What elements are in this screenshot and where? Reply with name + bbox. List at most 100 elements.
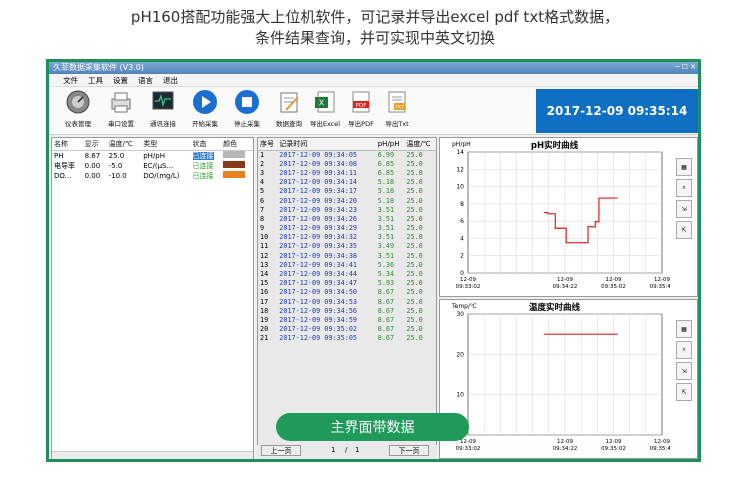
- y-tick-label: 30: [456, 311, 464, 318]
- device-row[interactable]: PH 8.67 25.0 pH/pH 已连接: [52, 150, 253, 161]
- data-point: [598, 197, 600, 199]
- table-cell: 25.0: [406, 242, 423, 251]
- table-row[interactable]: 3 2017-12-09 09:34:11 6.85 25.0: [258, 168, 436, 177]
- data-point: [583, 242, 585, 244]
- table-row[interactable]: 2 2017-12-09 09:34:08 6.85 25.0: [258, 159, 436, 168]
- table-row[interactable]: 14 2017-12-09 09:34:44 5.34 25.0: [258, 269, 436, 278]
- x-tick-label: 12-09: [557, 277, 573, 283]
- export-txt-button[interactable]: TXT 导出Txt: [377, 89, 417, 128]
- table-row[interactable]: 4 2017-12-09 09:34:14 5.18 25.0: [258, 178, 436, 187]
- table-row[interactable]: 9 2017-12-09 09:34:29 3.51 25.0: [258, 224, 436, 233]
- table-cell: 3.51: [377, 251, 395, 260]
- menu-tools[interactable]: 工具: [88, 75, 103, 86]
- table-row[interactable]: 1 2017-12-09 09:34:05 6.99 25.0: [258, 150, 436, 159]
- table-cell: 2017-12-09 09:34:14: [279, 178, 358, 187]
- table-cell: 2017-12-09 09:34:50: [279, 288, 358, 297]
- table-cell: 25.0: [406, 251, 423, 260]
- table-cell: 2017-12-09 09:34:05: [279, 150, 358, 159]
- next-page-button[interactable]: 下一页: [389, 445, 429, 456]
- overlay-caption-label: 主界面带数据: [276, 413, 469, 441]
- y-tick-label: 0: [460, 270, 464, 277]
- table-cell: 25.0: [406, 279, 423, 288]
- serial-settings-button[interactable]: 串口设置: [101, 89, 141, 128]
- device-row[interactable]: DO... 0.00 -10.0 DO/(mg/L) 已连接: [52, 171, 253, 181]
- toolbar: 仪表管理 串口设置 通讯连接 开始采集 停止采集 数据查询 X 导出Excel …: [49, 87, 698, 135]
- grid-toggle-icon[interactable]: ▦: [676, 320, 692, 338]
- table-cell: 19: [260, 315, 269, 324]
- menu-settings[interactable]: 设置: [113, 75, 128, 86]
- zoom-icon[interactable]: ⌕: [676, 341, 692, 359]
- temperature-chart: 温度实时曲线 Temp/℃ 010203012-0909:33:0212-090…: [439, 299, 698, 459]
- color-swatch[interactable]: [223, 161, 246, 168]
- table-row[interactable]: 12 2017-12-09 09:34:38 3.51 25.0: [258, 251, 436, 260]
- horizontal-scrollbar[interactable]: [52, 451, 253, 459]
- svg-text:PDF: PDF: [356, 103, 367, 109]
- window-controls[interactable]: ─ ☐ ✕: [675, 63, 696, 71]
- page-total: 1: [355, 446, 360, 454]
- data-point: [543, 333, 545, 335]
- table-row[interactable]: 15 2017-12-09 09:34:47 5.93 25.0: [258, 279, 436, 288]
- auto-scale-icon[interactable]: ⇲: [676, 200, 692, 218]
- table-row[interactable]: 19 2017-12-09 09:34:59 8.67 25.0: [258, 315, 436, 324]
- app-window: 久菲数据采集软件 (V3.0) ─ ☐ ✕ 文件 工具 设置 语言 退出 仪表管…: [49, 62, 698, 459]
- table-cell: 25.0: [406, 334, 423, 343]
- reset-view-icon[interactable]: ⇱: [676, 221, 692, 239]
- table-cell: 2017-12-09 09:34:59: [279, 315, 358, 324]
- menu-exit[interactable]: 退出: [163, 75, 178, 86]
- x-tick-label: 09:33:02: [456, 284, 481, 290]
- pdf-icon: PDF: [348, 89, 374, 115]
- table-row[interactable]: 13 2017-12-09 09:34:41 5.36 25.0: [258, 260, 436, 269]
- col-ph: pH/pH: [375, 138, 405, 151]
- table-cell: 3.51: [377, 205, 395, 214]
- device-row[interactable]: 电导率 0.00 -5.0 EC/(μS... 已连接: [52, 161, 253, 171]
- caption-line-1: pH160搭配功能强大上位机软件，可记录并导出excel pdf txt格式数据…: [130, 8, 620, 26]
- table-cell: 6: [260, 196, 265, 205]
- play-icon: [192, 89, 218, 115]
- table-row[interactable]: 8 2017-12-09 09:34:26 3.51 25.0: [258, 214, 436, 223]
- x-tick-label: 09:35:02: [601, 284, 626, 290]
- zoom-icon[interactable]: ⌕: [676, 179, 692, 197]
- table-cell: 2017-12-09 09:34:23: [279, 205, 358, 214]
- menu-language[interactable]: 语言: [138, 75, 153, 86]
- table-row[interactable]: 11 2017-12-09 09:34:35 3.49 25.0: [258, 242, 436, 251]
- page-separator: /: [345, 446, 348, 454]
- data-point: [580, 242, 582, 244]
- table-cell: 1: [260, 150, 265, 159]
- table-row[interactable]: 17 2017-12-09 09:34:53 8.67 25.0: [258, 297, 436, 306]
- table-row[interactable]: 10 2017-12-09 09:34:32 3.51 25.0: [258, 233, 436, 242]
- table-cell: 8: [260, 214, 265, 223]
- color-swatch[interactable]: [223, 171, 246, 178]
- table-cell: 25.0: [406, 196, 423, 205]
- menu-file[interactable]: 文件: [63, 75, 78, 86]
- data-query-button[interactable]: 数据查询: [269, 89, 309, 128]
- color-swatch[interactable]: [223, 151, 246, 158]
- table-cell: 2017-12-09 09:34:47: [279, 279, 358, 288]
- table-row[interactable]: 20 2017-12-09 09:35:02 8.67 25.0: [258, 325, 436, 334]
- table-cell: 25.0: [406, 325, 423, 334]
- table-row[interactable]: 16 2017-12-09 09:34:50 8.67 25.0: [258, 288, 436, 297]
- table-row[interactable]: 21 2017-12-09 09:35:05 8.67 25.0: [258, 334, 436, 343]
- table-row[interactable]: 7 2017-12-09 09:34:23 3.51 25.0: [258, 205, 436, 214]
- reset-view-icon[interactable]: ⇱: [676, 383, 692, 401]
- table-row[interactable]: 6 2017-12-09 09:34:20 5.18 25.0: [258, 196, 436, 205]
- export-pdf-button[interactable]: PDF 导出PDF: [341, 89, 381, 128]
- data-point: [612, 197, 615, 199]
- connect-button[interactable]: 通讯连接: [143, 89, 183, 128]
- table-row[interactable]: 5 2017-12-09 09:34:17 5.18 25.0: [258, 187, 436, 196]
- table-cell: 25.0: [406, 315, 423, 324]
- instrument-manage-button[interactable]: 仪表管理: [58, 89, 98, 128]
- table-cell: 15: [260, 279, 269, 288]
- stop-capture-button[interactable]: 停止采集: [227, 89, 267, 128]
- device-panel: 名称 显示 温度/℃ 类型 状态 颜色 PH 8.67 25.0 pH/pH 已…: [51, 137, 254, 459]
- x-tick-label: 12-09: [654, 439, 670, 445]
- temperature-chart-svg: 010203012-0909:33:0212-0909:34:2212-0909…: [456, 311, 670, 452]
- start-capture-button[interactable]: 开始采集: [185, 89, 225, 128]
- datetime-display: 2017-12-09 09:35:14: [536, 89, 698, 133]
- auto-scale-icon[interactable]: ⇲: [676, 362, 692, 380]
- prev-page-button[interactable]: 上一页: [261, 445, 301, 456]
- export-excel-button[interactable]: X 导出Excel: [305, 89, 345, 128]
- grid-toggle-icon[interactable]: ▦: [676, 158, 692, 176]
- table-row[interactable]: 18 2017-12-09 09:34:56 8.67 25.0: [258, 306, 436, 315]
- col-index: 序号: [258, 138, 278, 151]
- page-current[interactable]: 1: [331, 446, 335, 454]
